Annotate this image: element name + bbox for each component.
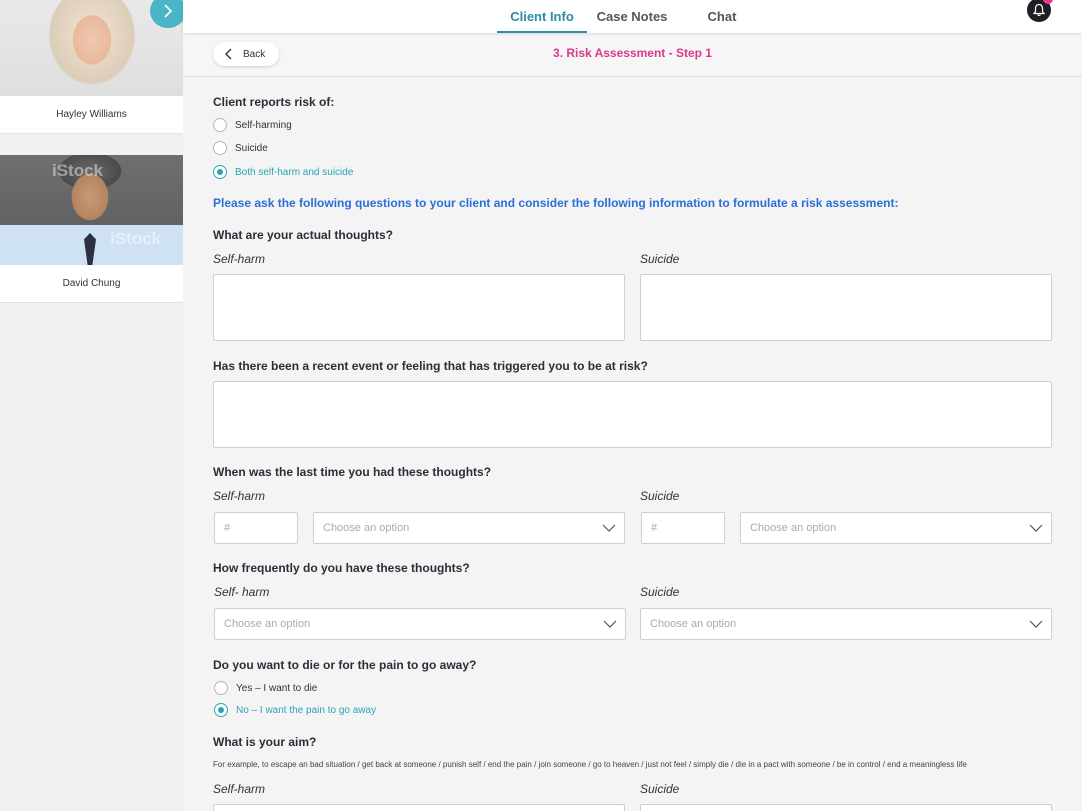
label-self-harm: Self-harm: [213, 782, 266, 796]
radio-label: Suicide: [235, 142, 268, 154]
chevron-down-icon: [1029, 524, 1043, 532]
last-time-suicide-select[interactable]: Choose an option: [740, 512, 1052, 544]
aim-self-harm-textarea[interactable]: [213, 804, 625, 811]
client-name: Hayley Williams: [0, 96, 183, 134]
question-die: Do you want to die or for the pain to go…: [213, 658, 477, 672]
notifications-button[interactable]: [1027, 0, 1053, 22]
radio-circle[interactable]: [213, 141, 227, 155]
radio-self-harming[interactable]: Self-harming: [213, 118, 292, 132]
bell-icon: [1032, 3, 1046, 17]
select-value: Choose an option: [650, 618, 737, 630]
tab-client-info[interactable]: Client Info: [497, 0, 587, 33]
client-photo: iStock iStock: [0, 155, 183, 265]
chevron-right-icon: [164, 4, 173, 18]
radio-both[interactable]: Both self-harm and suicide: [213, 165, 353, 179]
question-thoughts: What are your actual thoughts?: [213, 228, 394, 242]
label-self-harm: Self-harm: [213, 252, 266, 266]
tab-case-notes[interactable]: Case Notes: [587, 0, 677, 33]
label-self-harm: Self-harm: [213, 489, 266, 503]
radio-want-to-die[interactable]: Yes – I want to die: [214, 681, 317, 695]
question-trigger: Has there been a recent event or feeling…: [213, 359, 648, 373]
radio-label: No – I want the pain to go away: [236, 704, 377, 716]
step-header: Back 3. Risk Assessment - Step 1: [183, 33, 1082, 77]
aim-suicide-textarea[interactable]: [640, 804, 1052, 811]
instruction-text: Please ask the following questions to yo…: [213, 196, 899, 210]
chevron-down-icon: [603, 620, 617, 628]
select-value: Choose an option: [224, 618, 311, 630]
last-time-self-harm-number[interactable]: #: [214, 512, 298, 544]
risk-question: Client reports risk of:: [213, 95, 335, 109]
aim-hint: For example, to escape an bad situation …: [213, 760, 967, 769]
top-navigation: Client Info Case Notes Chat: [183, 0, 1082, 33]
radio-pain-go-away[interactable]: No – I want the pain to go away: [214, 703, 376, 717]
page-title: 3. Risk Assessment - Step 1: [553, 46, 712, 60]
tab-chat[interactable]: Chat: [677, 0, 767, 33]
select-value: Choose an option: [750, 522, 837, 534]
radio-label: Yes – I want to die: [236, 682, 318, 694]
label-suicide: Suicide: [640, 782, 680, 796]
frequency-suicide-select[interactable]: Choose an option: [640, 608, 1052, 640]
radio-circle[interactable]: [213, 118, 227, 132]
tie-shape: [84, 233, 96, 265]
client-name: David Chung: [0, 265, 183, 303]
label-suicide: Suicide: [640, 585, 680, 599]
frequency-self-harm-select[interactable]: Choose an option: [214, 608, 626, 640]
last-time-self-harm-select[interactable]: Choose an option: [313, 512, 625, 544]
question-frequency: How frequently do you have these thought…: [213, 561, 470, 575]
last-time-suicide-number[interactable]: #: [641, 512, 725, 544]
thoughts-self-harm-textarea[interactable]: [213, 274, 625, 341]
photo-watermark: iStock: [110, 229, 162, 248]
chevron-down-icon: [602, 524, 616, 532]
radio-circle[interactable]: [214, 703, 228, 717]
question-aim: What is your aim?: [213, 735, 317, 749]
label-suicide: Suicide: [640, 252, 680, 266]
label-self-harm: Self- harm: [214, 585, 270, 599]
chevron-down-icon: [1029, 620, 1043, 628]
client-card-david[interactable]: iStock iStock David Chung: [0, 155, 183, 303]
client-sidebar: Hayley Williams iStock iStock David Chun…: [0, 0, 186, 811]
radio-suicide[interactable]: Suicide: [213, 141, 268, 155]
thoughts-suicide-textarea[interactable]: [640, 274, 1052, 341]
photo-watermark: iStock: [52, 161, 104, 180]
label-suicide: Suicide: [640, 489, 680, 503]
radio-circle[interactable]: [213, 165, 227, 179]
select-value: Choose an option: [323, 522, 410, 534]
risk-assessment-form: Client reports risk of: Self-harming Sui…: [183, 78, 1082, 811]
radio-circle[interactable]: [214, 681, 228, 695]
radio-label: Self-harming: [235, 119, 292, 131]
trigger-textarea[interactable]: [213, 381, 1052, 448]
radio-label: Both self-harm and suicide: [235, 166, 354, 178]
question-last-time: When was the last time you had these tho…: [213, 465, 492, 479]
